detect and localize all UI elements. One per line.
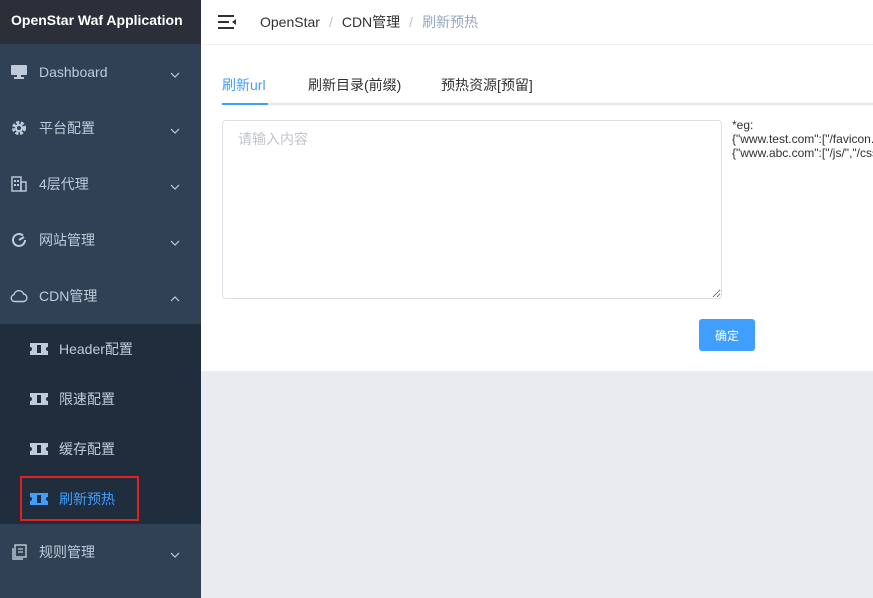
sidebar-item-label: CDN管理 — [39, 288, 98, 304]
sidebar-item-dashboard[interactable]: Dashboard — [0, 44, 201, 100]
main-content: 刷新url 刷新目录(前缀) 预热资源[预留] *eg: {"www.test.… — [201, 45, 873, 371]
sidebar-item-site-management[interactable]: 网站管理 — [0, 212, 201, 268]
document-icon — [10, 543, 28, 561]
sidebar: OpenStar Waf Application Dashboard 平台配置 … — [0, 0, 201, 598]
sidebar-item-rule-management[interactable]: 规则管理 — [0, 524, 201, 580]
chevron-down-icon — [170, 235, 180, 246]
cloud-icon — [10, 287, 28, 305]
sidebar-item-label: 限速配置 — [59, 391, 115, 407]
sidebar-item-header-config[interactable]: Header配置 — [0, 324, 201, 374]
sidebar-item-cdn-management[interactable]: CDN管理 — [0, 268, 201, 324]
hint-line: {"www.abc.com":["/js/","/css/" — [732, 146, 873, 160]
sidebar-item-label: Dashboard — [39, 64, 108, 80]
breadcrumb-separator: / — [409, 14, 414, 30]
sidebar-item-label: 4层代理 — [39, 176, 89, 192]
hamburger-icon[interactable] — [218, 14, 238, 30]
sidebar-item-label: 规则管理 — [39, 544, 95, 560]
ticket-icon — [30, 342, 48, 356]
example-hint: *eg: {"www.test.com":["/favicon.ico" {"w… — [732, 118, 873, 160]
app-title: OpenStar Waf Application — [0, 0, 201, 44]
tab-label: 刷新url — [222, 77, 266, 93]
tab-label: 预热资源[预留] — [441, 77, 533, 93]
chevron-down-icon — [170, 67, 180, 78]
ticket-icon — [30, 392, 48, 406]
breadcrumb-separator: / — [328, 14, 333, 30]
tab-refresh-url[interactable]: 刷新url — [222, 73, 268, 105]
sidebar-item-platform-config[interactable]: 平台配置 — [0, 100, 201, 156]
sidebar-item-l4-proxy[interactable]: 4层代理 — [0, 156, 201, 212]
chevron-up-icon — [170, 291, 180, 302]
hint-line: *eg: — [732, 118, 754, 132]
sidebar-item-label: 刷新预热 — [59, 491, 115, 507]
chevron-down-icon — [170, 123, 180, 134]
breadcrumb-item-current: 刷新预热 — [422, 14, 479, 30]
breadcrumb-item[interactable]: OpenStar — [260, 14, 320, 30]
breadcrumb: OpenStar / CDN管理 / 刷新预热 — [260, 12, 478, 32]
tabs: 刷新url 刷新目录(前缀) 预热资源[预留] — [222, 73, 873, 105]
ticket-icon — [30, 492, 48, 506]
ticket-icon — [30, 442, 48, 456]
tab-label: 刷新目录(前缀) — [308, 77, 402, 93]
sidebar-item-refresh-preheat[interactable]: 刷新预热 — [0, 474, 201, 524]
tab-preheat-resources[interactable]: 预热资源[预留] — [441, 73, 533, 103]
tab-active-indicator — [222, 103, 268, 105]
chevron-down-icon — [170, 547, 180, 558]
building-icon — [10, 175, 28, 193]
gear-icon — [10, 119, 28, 137]
sidebar-item-label: 网站管理 — [39, 232, 95, 248]
gauge-icon — [10, 231, 28, 249]
confirm-button[interactable]: 确定 — [699, 319, 755, 351]
sidebar-item-label: 平台配置 — [39, 120, 95, 136]
hint-line: {"www.test.com":["/favicon.ico" — [732, 132, 873, 146]
sidebar-item-label: Header配置 — [59, 341, 133, 357]
breadcrumb-item[interactable]: CDN管理 — [342, 12, 400, 32]
sidebar-item-rate-limit-config[interactable]: 限速配置 — [0, 374, 201, 424]
sidebar-item-label: 缓存配置 — [59, 441, 115, 457]
monitor-icon — [10, 63, 28, 81]
url-textarea[interactable] — [222, 120, 722, 299]
sidebar-item-cache-config[interactable]: 缓存配置 — [0, 424, 201, 474]
tab-refresh-directory[interactable]: 刷新目录(前缀) — [308, 73, 401, 103]
navbar: OpenStar / CDN管理 / 刷新预热 — [201, 0, 873, 45]
chevron-down-icon — [170, 179, 180, 190]
